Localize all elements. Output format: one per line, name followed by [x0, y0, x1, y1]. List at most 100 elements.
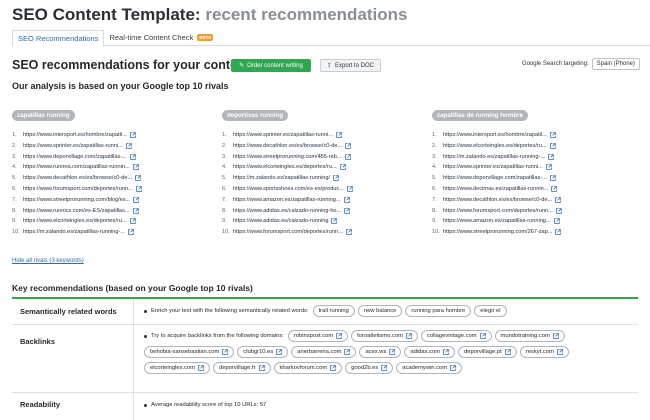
domain-chip[interactable]: anerbarrena.com — [291, 346, 357, 358]
tab-real-time-content-check[interactable]: Real-time Content Check BETA — [104, 30, 218, 46]
external-link-icon[interactable] — [132, 164, 139, 171]
external-link-icon[interactable] — [276, 349, 283, 355]
rival-url-item: 4. https://www.elcorteingles.es/deportes/… — [222, 162, 422, 173]
external-link-icon[interactable] — [336, 333, 342, 339]
external-link-icon[interactable] — [222, 349, 229, 355]
domain-chip[interactable]: kharkovforum.com — [273, 362, 343, 374]
rival-url: https://www.forumsport.com/deportes/runn… — [443, 207, 553, 214]
rival-url: https://www.adidas.es/calzado-running — [233, 218, 329, 225]
external-link-icon[interactable] — [135, 175, 141, 181]
external-link-icon[interactable] — [443, 349, 449, 355]
domain-chip[interactable]: behobia-sansebastian.com — [144, 346, 235, 358]
external-link-icon[interactable] — [135, 186, 142, 192]
key-recommendations-title: Key recommendations (based on your Googl… — [12, 283, 253, 293]
external-link-icon[interactable] — [389, 349, 396, 355]
pencil-icon: ✎ — [239, 63, 245, 69]
external-link-icon[interactable] — [343, 196, 350, 203]
external-link-icon[interactable] — [549, 143, 556, 149]
chip-label: elegir el — [480, 308, 501, 314]
external-link-icon[interactable] — [128, 229, 134, 235]
domain-chip[interactable]: reskyt.com — [519, 346, 569, 358]
external-link-icon[interactable] — [198, 365, 204, 371]
external-link-icon[interactable] — [450, 365, 456, 371]
external-link-icon[interactable] — [553, 218, 560, 225]
external-link-icon[interactable] — [555, 196, 561, 203]
targeting-select[interactable]: Spain (Phone) — [591, 58, 640, 70]
external-link-icon[interactable] — [406, 333, 412, 339]
targeting-label: Google Search targeting: — [521, 61, 589, 67]
external-link-icon[interactable] — [548, 153, 554, 160]
rank-number: 2. — [432, 142, 437, 149]
rank-number: 9. — [222, 218, 227, 225]
bullet — [144, 309, 147, 313]
rank-number: 5. — [12, 175, 17, 182]
external-link-icon[interactable] — [550, 132, 556, 138]
external-link-icon[interactable] — [331, 218, 338, 225]
external-link-icon[interactable] — [347, 186, 353, 192]
external-link-icon[interactable] — [130, 132, 136, 138]
rival-url-item: 4. https://www.sprinter.es/zapatillas-run… — [432, 162, 632, 173]
external-link-icon[interactable] — [129, 218, 136, 225]
word-chip: running para hombre — [405, 305, 472, 317]
rank-number: 5. — [222, 175, 227, 182]
external-link-icon[interactable] — [479, 333, 486, 339]
domain-chip[interactable]: academywin.com — [396, 362, 463, 374]
rival-url: https://m.zalando.es/zapatillas-running-… — [23, 229, 125, 236]
external-link-icon[interactable] — [381, 365, 388, 371]
export-to-doc-button[interactable]: ⇪ Export to DOC — [320, 59, 381, 72]
word-chip: elegir el — [474, 305, 507, 317]
domain-chip[interactable]: collagevintage.com — [420, 330, 492, 342]
external-link-icon[interactable] — [339, 164, 346, 171]
rival-url-item: 3. https://www.streetprorunning.com/455-r… — [222, 152, 422, 163]
domain-chip[interactable]: adidas.com — [404, 346, 456, 358]
domain-chip[interactable]: clubgr10.es — [237, 346, 289, 358]
backlinks-text: Try to acquire backlinks from the follow… — [151, 333, 284, 339]
semantic-words: trail running new balance running para hom… — [312, 305, 510, 317]
rival-url-item: 8. https://www.forumsport.com/deportes/ru… — [432, 206, 632, 217]
domain-chip[interactable]: robinspost.com — [287, 330, 349, 342]
backlinks-row: Backlinks Try to acquire backlinks from … — [12, 325, 638, 393]
domain-chip[interactable]: acex.ws — [359, 346, 402, 358]
external-link-icon[interactable] — [555, 207, 562, 214]
external-link-icon[interactable] — [557, 349, 563, 355]
external-link-icon[interactable] — [546, 164, 552, 171]
chip-label: elcorteingles.com — [150, 365, 196, 371]
external-link-icon[interactable] — [555, 229, 562, 235]
external-link-icon[interactable] — [258, 365, 265, 371]
external-link-icon[interactable] — [344, 207, 351, 214]
order-content-writing-button[interactable]: ✎ Order content writing — [231, 59, 311, 72]
domain-chip[interactable]: good2b.es — [345, 362, 394, 374]
keyword-pill: zapatillas running — [12, 110, 75, 121]
external-link-icon[interactable] — [504, 349, 511, 355]
external-link-icon[interactable] — [126, 143, 132, 149]
external-link-icon[interactable] — [330, 365, 337, 371]
word-chip: new balance — [357, 305, 403, 317]
external-link-icon[interactable] — [344, 153, 351, 160]
external-link-icon[interactable] — [336, 132, 342, 138]
rank-number: 5. — [432, 175, 437, 182]
domain-chip[interactable]: mundotraining.com — [494, 330, 565, 342]
external-link-icon[interactable] — [344, 349, 351, 355]
domain-chip[interactable]: deporvillage.pt — [458, 346, 517, 358]
tab-bar: SEO Recommendations Real-time Content Ch… — [12, 30, 650, 47]
backlinks-first-line: Try to acquire backlinks from the follow… — [144, 330, 634, 342]
domain-chip[interactable]: deporvillage.fr — [213, 362, 271, 374]
external-link-icon[interactable] — [553, 333, 559, 339]
external-link-icon[interactable] — [333, 175, 339, 181]
external-link-icon[interactable] — [345, 229, 352, 235]
rival-url: https://www.streetprorunning.com/blog/es… — [23, 196, 131, 203]
rival-url: https://www.forumsport.com/deportes/runn… — [23, 185, 133, 192]
tab-seo-recommendations[interactable]: SEO Recommendations — [12, 30, 105, 47]
domain-chip[interactable]: foroatletismo.com — [351, 330, 418, 342]
external-link-icon[interactable] — [345, 143, 351, 149]
chip-label: foroatletismo.com — [357, 333, 403, 339]
domain-chip[interactable]: elcorteingles.com — [144, 362, 211, 374]
external-link-icon[interactable] — [130, 153, 136, 160]
external-link-icon[interactable] — [551, 186, 558, 192]
external-link-icon[interactable] — [132, 207, 139, 214]
page-title-sub: recent recommendations — [205, 5, 408, 24]
external-link-icon[interactable] — [133, 196, 140, 203]
domain-chip-line: elcorteingles.com deporvillage.fr kharkovf… — [144, 362, 634, 374]
hide-all-rivals-link[interactable]: Hide all rivals (3 keywords) — [12, 258, 84, 264]
external-link-icon[interactable] — [550, 175, 556, 181]
